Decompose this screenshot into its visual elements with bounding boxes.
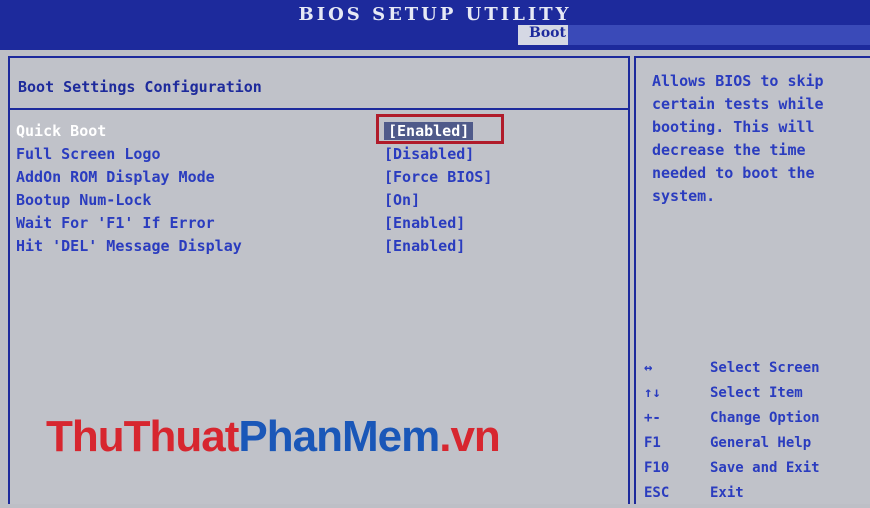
section-title: Boot Settings Configuration bbox=[18, 78, 262, 96]
key-legend-row: ESC Exit bbox=[636, 483, 870, 508]
key-label: ESC bbox=[644, 485, 670, 501]
setting-row-wait-for-f1[interactable]: Wait For 'F1' If Error [Enabled] bbox=[16, 214, 616, 236]
key-legend-row: ↔ Select Screen bbox=[636, 358, 870, 383]
key-description: Select Screen bbox=[710, 360, 820, 376]
setting-value[interactable]: [Enabled] bbox=[384, 214, 465, 232]
setting-row-bootup-num-lock[interactable]: Bootup Num-Lock [On] bbox=[16, 191, 616, 213]
key-label: F1 bbox=[644, 435, 661, 451]
arrows-vertical-icon: ↑↓ bbox=[644, 385, 661, 401]
key-legend-row: F10 Save and Exit bbox=[636, 458, 870, 483]
bios-header-bar: BIOS SETUP UTILITY Boot bbox=[0, 0, 870, 50]
help-line: decrease the time bbox=[652, 141, 806, 159]
setting-value[interactable]: [Enabled] bbox=[384, 237, 465, 255]
key-legend-row: +- Change Option bbox=[636, 408, 870, 433]
setting-label: Hit 'DEL' Message Display bbox=[16, 237, 242, 255]
setting-row-addon-rom-display-mode[interactable]: AddOn ROM Display Mode [Force BIOS] bbox=[16, 168, 616, 190]
key-legend-row: ↑↓ Select Item bbox=[636, 383, 870, 408]
watermark-part: PhanMem bbox=[238, 412, 440, 461]
setting-label: Bootup Num-Lock bbox=[16, 191, 152, 209]
key-description: Save and Exit bbox=[710, 460, 820, 476]
key-description: Exit bbox=[710, 485, 744, 501]
setting-label: Full Screen Logo bbox=[16, 145, 161, 163]
tab-bar-strip bbox=[568, 25, 870, 45]
setting-value[interactable]: [Enabled] bbox=[384, 122, 474, 140]
setting-label: Wait For 'F1' If Error bbox=[16, 214, 215, 232]
help-line: certain tests while bbox=[652, 95, 824, 113]
setting-label: Quick Boot bbox=[16, 122, 107, 140]
help-description: Allows BIOS to skip certain tests while … bbox=[652, 70, 824, 208]
plus-minus-icon: +- bbox=[644, 410, 661, 426]
watermark-part: ThuThuat bbox=[46, 412, 239, 461]
setting-row-quick-boot[interactable]: Quick Boot [Enabled] bbox=[16, 122, 616, 144]
key-description: Change Option bbox=[710, 410, 820, 426]
watermark-part: .vn bbox=[439, 412, 501, 461]
bios-title: BIOS SETUP UTILITY bbox=[298, 4, 572, 25]
help-line: booting. This will bbox=[652, 118, 815, 136]
arrows-horizontal-icon: ↔ bbox=[644, 360, 653, 376]
help-line: Allows BIOS to skip bbox=[652, 72, 824, 90]
setting-row-full-screen-logo[interactable]: Full Screen Logo [Disabled] bbox=[16, 145, 616, 167]
setting-value[interactable]: [Force BIOS] bbox=[384, 168, 492, 186]
watermark-logo: ThuThuatPhanMem.vn bbox=[46, 412, 501, 462]
section-divider bbox=[10, 108, 628, 110]
key-legend: ↔ Select Screen ↑↓ Select Item +- Change… bbox=[636, 358, 870, 508]
help-panel: Allows BIOS to skip certain tests while … bbox=[634, 56, 870, 504]
setting-row-hit-del-message[interactable]: Hit 'DEL' Message Display [Enabled] bbox=[16, 237, 616, 259]
tab-boot[interactable]: Boot bbox=[518, 25, 570, 45]
help-line: system. bbox=[652, 187, 716, 205]
setting-label: AddOn ROM Display Mode bbox=[16, 168, 215, 186]
key-legend-row: F1 General Help bbox=[636, 433, 870, 458]
setting-value[interactable]: [On] bbox=[384, 191, 420, 209]
key-description: Select Item bbox=[710, 385, 803, 401]
key-label: F10 bbox=[644, 460, 670, 476]
key-description: General Help bbox=[710, 435, 812, 451]
help-line: needed to boot the bbox=[652, 164, 815, 182]
setting-value[interactable]: [Disabled] bbox=[384, 145, 474, 163]
